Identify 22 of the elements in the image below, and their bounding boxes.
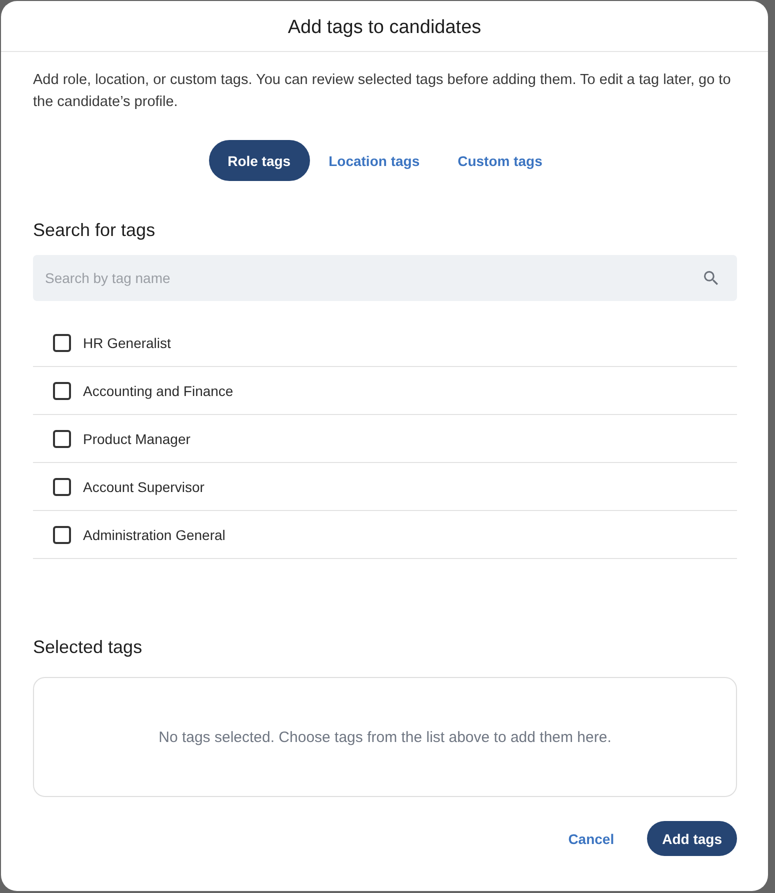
dialog-title: Add tags to candidates: [288, 16, 482, 40]
tag-type-tab[interactable]: Location tags: [310, 140, 439, 181]
tag-label: Accounting and Finance: [83, 382, 234, 398]
section-heading: Search for tags: [33, 219, 156, 242]
empty-message: No tags selected. Choose tags from the list above to add them here.: [158, 728, 612, 746]
tag-checkbox[interactable]: [53, 478, 71, 496]
search-icon: [704, 271, 718, 285]
tag-checkbox[interactable]: [53, 430, 71, 448]
tag-checkbox[interactable]: [53, 334, 71, 352]
tag-label: HR Generalist: [83, 334, 171, 350]
tag-label: Administration General: [83, 526, 226, 542]
tag-checkbox[interactable]: [53, 382, 71, 400]
search-field[interactable]: Search by tag name: [33, 255, 737, 301]
tag-type-tab[interactable]: Role tags: [208, 140, 310, 181]
add-tags-button[interactable]: Add tags: [647, 821, 737, 856]
tag-label: Product Manager: [83, 430, 190, 446]
dialog-description: Add role, location, or custom tags. You can review selected tags before adding them. To edit a tag later, go to the candidate’s profile.: [33, 71, 732, 112]
cancel-button[interactable]: Cancel: [568, 830, 614, 846]
tag-label: Account Supervisor: [83, 478, 204, 494]
section-heading: Selected tags: [33, 636, 144, 659]
tag-checkbox[interactable]: [53, 526, 71, 544]
tag-type-tab[interactable]: Custom tags: [438, 140, 562, 181]
